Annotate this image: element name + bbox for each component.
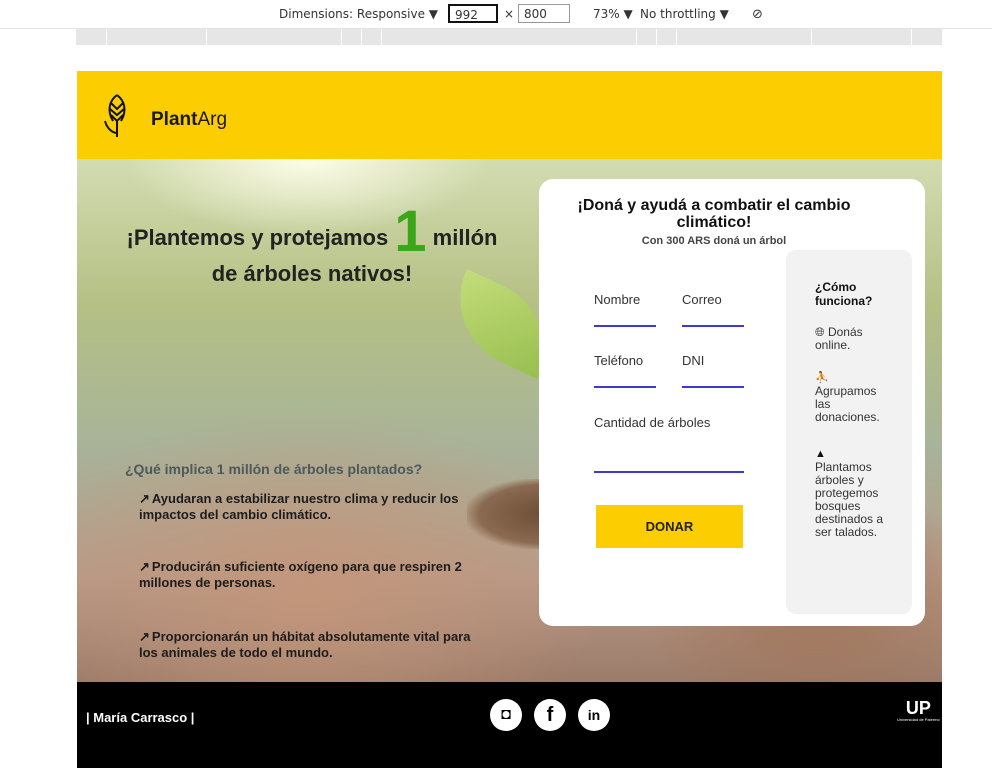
name-label: Nombre xyxy=(594,292,641,307)
author-name: | María Carrasco | xyxy=(86,710,195,725)
ruler-segment xyxy=(911,29,912,45)
hero-title: ¡Plantemos y protejamos 1 millón de árbo… xyxy=(107,203,517,292)
width-value: 992 xyxy=(455,8,478,22)
name-input[interactable] xyxy=(594,325,656,327)
donation-form-card: ¡Doná y ayudá a combatir el cambio climá… xyxy=(539,179,925,626)
throttling-dropdown[interactable]: No throttling ▼ xyxy=(640,7,729,21)
how-step: 🌐︎ Donás online. xyxy=(815,326,895,352)
brand-rest: Arg xyxy=(197,109,228,130)
instagram-icon[interactable]: ◘ xyxy=(490,699,522,731)
donate-button[interactable]: DONAR xyxy=(596,505,743,548)
ruler-segment xyxy=(361,29,362,45)
form-subtitle: Con 300 ARS doná un árbol xyxy=(641,235,787,247)
times-sign: × xyxy=(504,7,515,21)
up-logo-subtitle: Universidad de Palermo xyxy=(897,717,940,722)
form-title: ¡Doná y ayudá a combatir el cambio climá… xyxy=(577,197,851,231)
ruler-segment xyxy=(636,29,637,45)
page-viewport: PlantArg ¡Plantemos y protejamos 1 milló… xyxy=(77,71,942,768)
media-query-ruler[interactable] xyxy=(76,29,942,45)
hero-section: ¡Plantemos y protejamos 1 millón de árbo… xyxy=(77,159,942,682)
ruler-segment xyxy=(106,29,107,45)
facebook-icon[interactable]: f xyxy=(534,699,566,731)
how-step-text: Plantamos árboles y protegemos bosques d… xyxy=(815,460,884,539)
dni-label: DNI xyxy=(682,353,705,368)
email-input[interactable] xyxy=(682,325,744,327)
phone-input[interactable] xyxy=(594,386,656,388)
benefit-text: Proporcionarán un hábitat absolutamente … xyxy=(139,629,471,660)
brand-bold: Plant xyxy=(151,109,198,130)
height-input[interactable]: 800 xyxy=(518,4,570,23)
ruler-segment xyxy=(381,29,382,45)
how-step-text: Agrupamos las donaciones. xyxy=(815,384,880,424)
plant-logo-icon[interactable] xyxy=(99,91,135,139)
ruler-segment xyxy=(676,29,677,45)
how-step: ▲ Plantamos árboles y protegemos bosques… xyxy=(815,448,895,539)
linkedin-icon[interactable]: in xyxy=(578,699,610,731)
ruler-segment xyxy=(341,29,342,45)
how-step: ⛹ Agrupamos las donaciones. xyxy=(815,372,895,424)
hero-title-number: 1 xyxy=(394,199,427,264)
benefit-item: ↗ Proporcionarán un hábitat absolutamente… xyxy=(139,629,479,661)
dni-input[interactable] xyxy=(682,386,744,388)
benefit-item: ↗ Producirán suficiente oxígeno para que … xyxy=(139,559,479,591)
zoom-dropdown[interactable]: 73% ▼ xyxy=(593,7,633,21)
rotate-icon[interactable]: ⊘ xyxy=(752,7,763,22)
phone-label: Teléfono xyxy=(594,353,644,368)
dimensions-dropdown[interactable]: Dimensions: Responsive ▼ xyxy=(279,7,438,21)
ruler-segment xyxy=(656,29,657,45)
site-footer: | María Carrasco | ◘ f in UP Universidad… xyxy=(77,682,942,768)
benefit-item: ↗ Ayudaran a estabilizar nuestro clima y … xyxy=(139,491,479,523)
benefit-text: Ayudaran a estabilizar nuestro clima y r… xyxy=(139,491,459,522)
brand-name[interactable]: PlantArg xyxy=(151,109,227,131)
site-header: PlantArg xyxy=(77,71,942,159)
width-input[interactable]: 992 ≑ xyxy=(448,4,498,41)
benefits-question: ¿Qué implica 1 millón de árboles plantad… xyxy=(125,461,423,477)
ruler-segment xyxy=(811,29,812,45)
hero-title-pre: ¡Plantemos y protejamos xyxy=(126,225,395,250)
benefit-text: Producirán suficiente oxígeno para que r… xyxy=(139,559,462,590)
trend-icon: ↗ xyxy=(139,559,150,574)
trees-label: Cantidad de árboles xyxy=(594,415,711,430)
hero-title-line2: de árboles nativos! xyxy=(211,261,413,286)
email-label: Correo xyxy=(682,292,722,307)
ruler-segment xyxy=(206,29,207,45)
trend-icon: ↗ xyxy=(139,629,150,644)
globe-icon: 🌐︎ xyxy=(815,325,825,339)
hero-title-post: millón xyxy=(426,225,498,250)
trees-textarea[interactable] xyxy=(594,471,744,473)
how-it-works-title: ¿Cómo funciona? xyxy=(815,280,873,308)
up-logo-text: UP xyxy=(905,698,931,718)
trend-icon: ↗ xyxy=(139,491,150,506)
how-it-works-panel: ¿Cómo funciona? 🌐︎ Donás online. ⛹ Agrup… xyxy=(786,250,912,614)
university-logo[interactable]: UP Universidad de Palermo xyxy=(897,699,940,722)
devtools-toolbar: Dimensions: Responsive ▼ 992 ≑ × 800 73%… xyxy=(0,0,992,41)
